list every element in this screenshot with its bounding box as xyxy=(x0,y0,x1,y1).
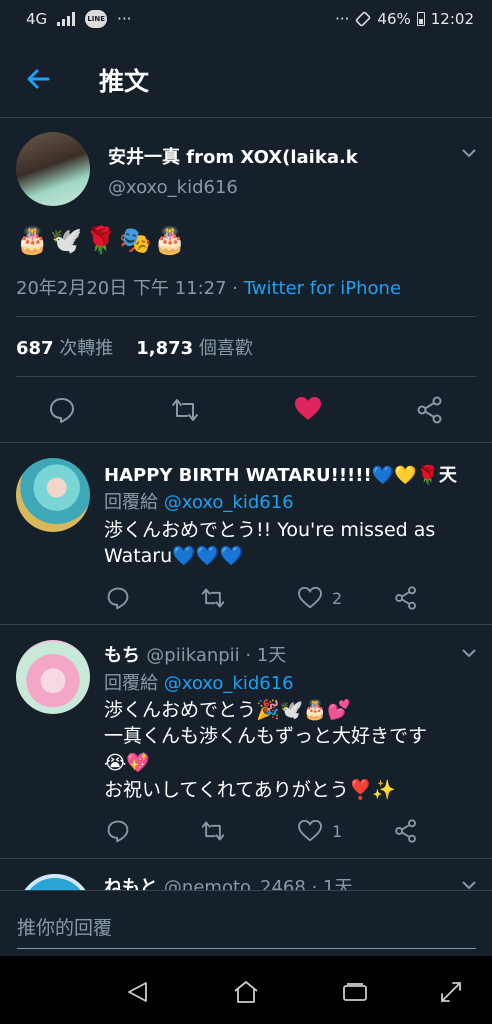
more-status: ··· xyxy=(335,10,350,28)
reply-avatar[interactable] xyxy=(16,640,90,714)
tweet-stats: 687 次轉推 1,873 個喜歡 xyxy=(16,334,253,360)
like-count[interactable]: 1,873 xyxy=(136,338,193,359)
tweet-text: 🎂🕊️🌹🎭🎂 xyxy=(16,226,188,256)
battery-percent: 46% xyxy=(377,10,411,28)
divider xyxy=(0,858,492,859)
signal-icon xyxy=(57,12,76,26)
chevron-down-icon[interactable] xyxy=(462,648,476,658)
divider xyxy=(0,442,492,443)
reply-text-line: 😭💖 xyxy=(104,752,150,774)
like-heart-icon[interactable] xyxy=(298,820,322,842)
reply-time: · 1天 xyxy=(239,645,287,666)
reply-avatar[interactable] xyxy=(16,458,90,532)
divider xyxy=(0,624,492,625)
reply-to-label: 回覆給 xyxy=(104,492,164,513)
tweet-source-link[interactable]: Twitter for iPhone xyxy=(244,278,401,299)
tweet-timestamp: 20年2月20日 下午 11:27 xyxy=(16,278,227,299)
like-heart-icon[interactable] xyxy=(294,396,322,422)
retweet-label[interactable]: 次轉推 xyxy=(54,338,113,359)
chevron-down-icon[interactable] xyxy=(462,148,476,158)
reply-text-line: 渉くんおめでとう🎉🕊️🎂💕 xyxy=(104,699,351,721)
nav-recents-icon[interactable] xyxy=(342,982,368,1004)
tweet-meta: 20年2月20日 下午 11:27 · Twitter for iPhone xyxy=(16,274,401,300)
reply-to-line: 回覆給 @xoxo_kid616 xyxy=(104,669,294,695)
system-nav-bar xyxy=(0,956,492,1024)
retweet-count[interactable]: 687 xyxy=(16,338,54,359)
reply-icon[interactable] xyxy=(48,396,76,424)
reply-to-label: 回覆給 xyxy=(104,673,164,694)
author-handle[interactable]: @xoxo_kid616 xyxy=(108,177,238,198)
reply-to-mention[interactable]: @xoxo_kid616 xyxy=(164,492,294,513)
page-title: 推文 xyxy=(99,67,150,96)
reply-author-name[interactable]: HAPPY BIRTH WATARU!!!!!💙💛🌹天 xyxy=(104,461,457,487)
reply-text-line: 一真くんも渉くんもずっと大好きです xyxy=(104,725,428,747)
retweet-icon[interactable] xyxy=(200,586,226,610)
input-underline xyxy=(17,948,476,949)
share-icon[interactable] xyxy=(394,586,418,610)
nav-rotate-icon[interactable] xyxy=(438,979,464,1005)
more-notifications: ··· xyxy=(117,10,132,28)
reply-to-line: 回覆給 @xoxo_kid616 xyxy=(104,488,294,514)
divider xyxy=(16,376,476,377)
battery-icon xyxy=(416,12,425,26)
nav-back-icon[interactable] xyxy=(126,980,150,1004)
author-avatar[interactable] xyxy=(16,132,90,206)
like-label[interactable]: 個喜歡 xyxy=(193,338,253,359)
reply-to-mention[interactable]: @xoxo_kid616 xyxy=(164,673,294,694)
app-header: 推文 xyxy=(0,40,492,118)
nav-home-icon[interactable] xyxy=(232,979,260,1005)
reply-author-line: もち @piikanpii · 1天 xyxy=(104,641,286,667)
network-type: 4G xyxy=(26,10,48,28)
reply-icon[interactable] xyxy=(106,819,130,843)
reply-author-handle[interactable]: @piikanpii xyxy=(146,645,239,666)
line-app-icon: LINE xyxy=(85,10,108,28)
retweet-icon[interactable] xyxy=(200,819,226,843)
reply-icon[interactable] xyxy=(106,586,130,610)
reply-like-count: 1 xyxy=(332,822,343,841)
reply-input[interactable]: 推你的回覆 xyxy=(17,913,112,940)
reply-text: 渉くんおめでとう!! You're missed as Wataru💙💙💙 xyxy=(104,519,436,567)
like-heart-icon[interactable] xyxy=(298,587,322,609)
share-icon[interactable] xyxy=(394,819,418,843)
meta-separator: · xyxy=(226,278,244,299)
retweet-icon[interactable] xyxy=(170,396,200,424)
reply-author-name[interactable]: もち xyxy=(104,645,140,666)
share-icon[interactable] xyxy=(416,396,444,424)
author-name[interactable]: 安井一真 from XOX(laika.k xyxy=(108,143,358,169)
reply-compose-bar[interactable]: 推你的回覆 xyxy=(0,890,492,956)
back-arrow-icon[interactable] xyxy=(24,64,54,94)
reply-like-count: 2 xyxy=(332,589,343,608)
clock: 12:02 xyxy=(430,10,474,28)
chevron-down-icon[interactable] xyxy=(462,880,476,890)
status-bar: 4G LINE ··· ··· 46% 12:02 xyxy=(0,0,492,40)
divider xyxy=(16,316,476,317)
vibrate-icon xyxy=(356,11,371,27)
reply-text-line: お祝いしてくれてありがとう❣️✨ xyxy=(104,779,397,801)
